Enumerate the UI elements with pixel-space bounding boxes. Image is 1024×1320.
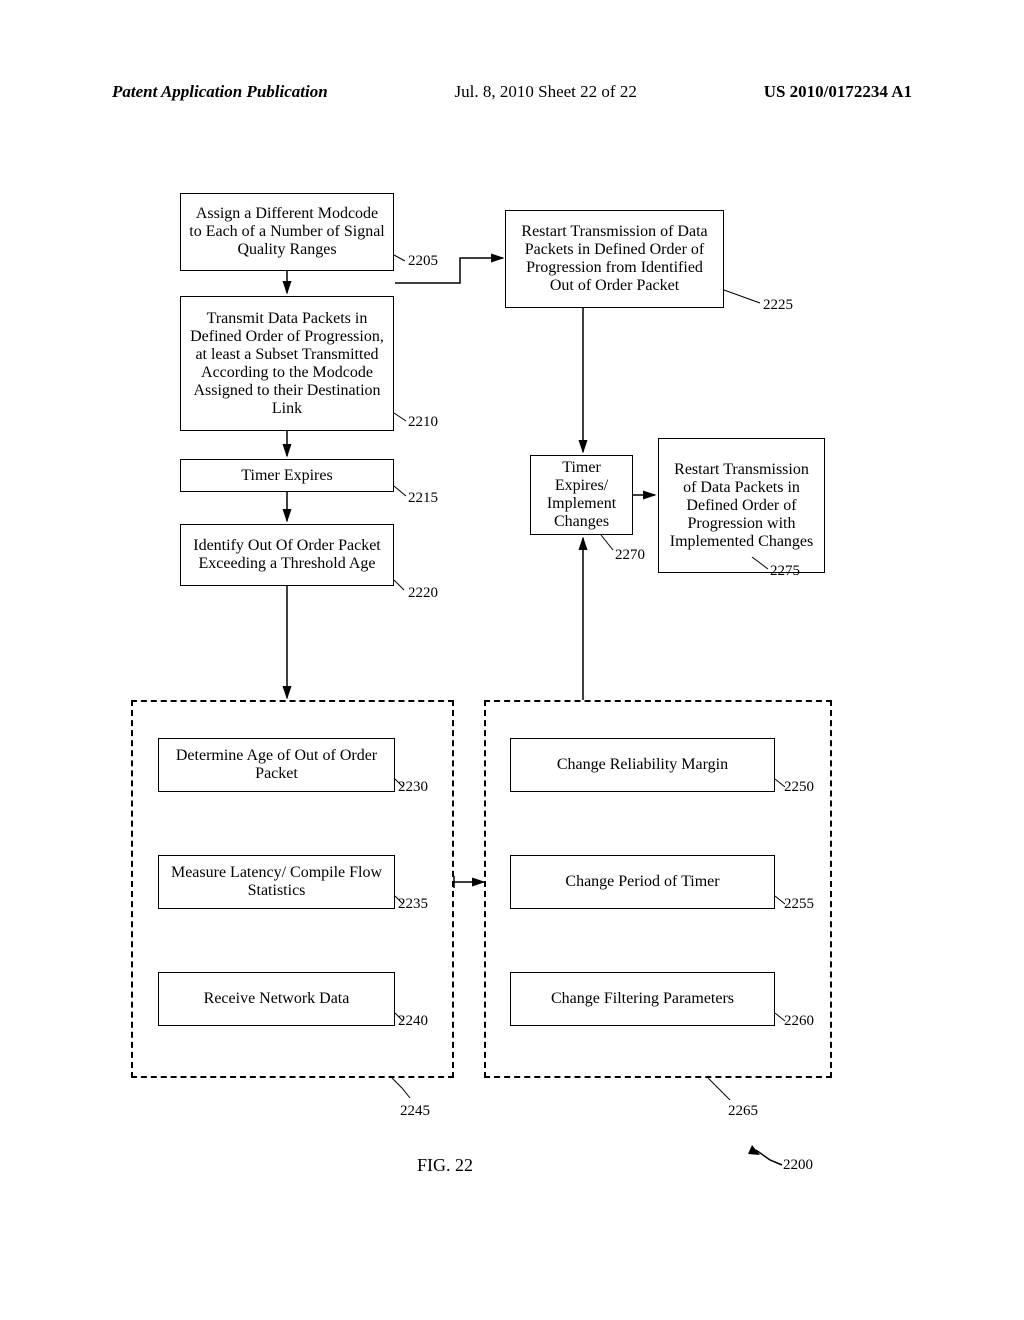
ref-2225: 2225	[763, 297, 793, 314]
ref-2200: 2200	[783, 1157, 813, 1174]
ref-2250: 2250	[784, 779, 814, 796]
ref-2245: 2245	[400, 1103, 430, 1120]
figure-label: FIG. 22	[417, 1155, 473, 1176]
box-2260: Change Filtering Parameters	[510, 972, 775, 1026]
ref-2220: 2220	[408, 585, 438, 602]
box-2235: Measure Latency/ Compile Flow Statistics	[158, 855, 395, 909]
box-2270: Timer Expires/ Implement Changes	[530, 455, 633, 535]
box-2230: Determine Age of Out of Order Packet	[158, 738, 395, 792]
box-2205: Assign a Different Modcode to Each of a …	[180, 193, 394, 271]
ref-2205: 2205	[408, 253, 438, 270]
ref-2275: 2275	[770, 563, 800, 580]
box-2250: Change Reliability Margin	[510, 738, 775, 792]
box-2255: Change Period of Timer	[510, 855, 775, 909]
ref-2215: 2215	[408, 490, 438, 507]
ref-2240: 2240	[398, 1013, 428, 1030]
connector-overlay	[0, 0, 1024, 1320]
ref-2260: 2260	[784, 1013, 814, 1030]
box-2220: Identify Out Of Order Packet Exceeding a…	[180, 524, 394, 586]
box-2210: Transmit Data Packets in Defined Order o…	[180, 296, 394, 431]
box-2275: Restart Transmission of Data Packets in …	[658, 438, 825, 573]
ref-2265: 2265	[728, 1103, 758, 1120]
ref-2255: 2255	[784, 896, 814, 913]
ref-2235: 2235	[398, 896, 428, 913]
flowchart-diagram: Assign a Different Modcode to Each of a …	[0, 0, 1024, 1320]
box-2215: Timer Expires	[180, 459, 394, 492]
ref-2210: 2210	[408, 414, 438, 431]
ref-2270: 2270	[615, 547, 645, 564]
ref-2230: 2230	[398, 779, 428, 796]
box-2225: Restart Transmission of Data Packets in …	[505, 210, 724, 308]
box-2240: Receive Network Data	[158, 972, 395, 1026]
